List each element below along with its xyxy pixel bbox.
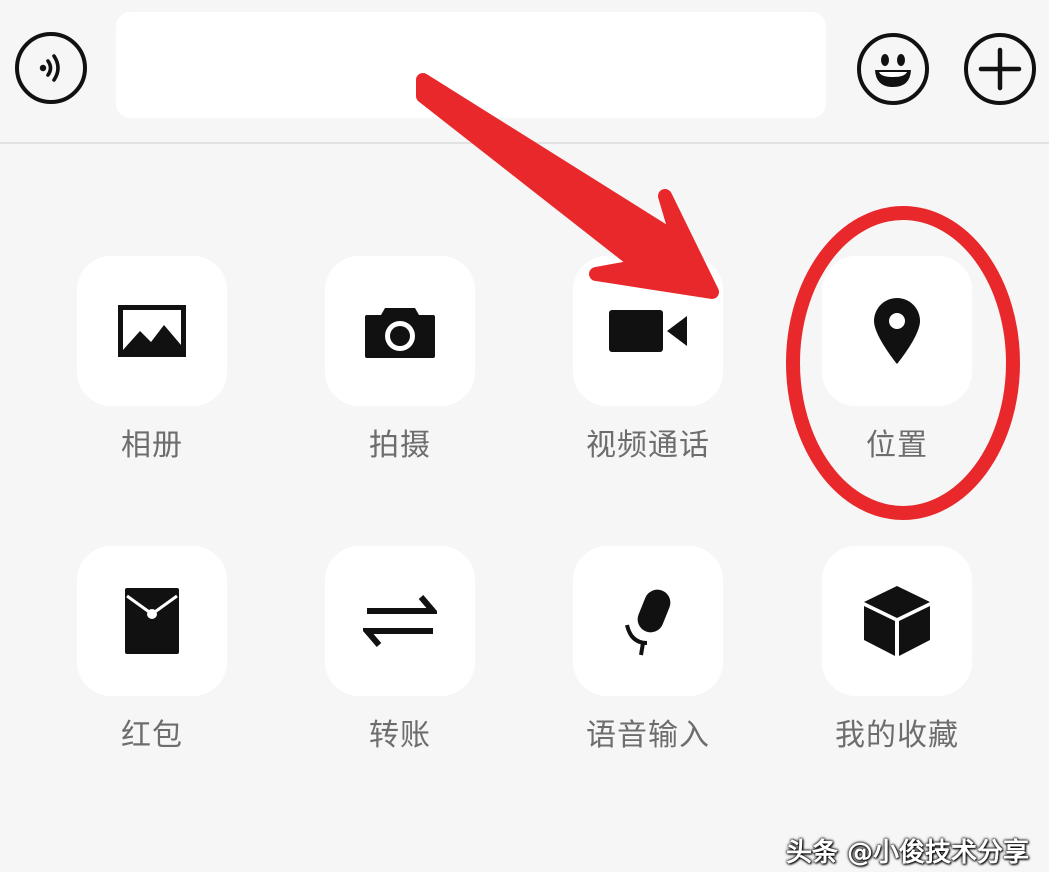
voice-toggle-button[interactable] — [15, 32, 87, 104]
emoji-icon — [875, 54, 911, 87]
location-pin-icon — [874, 298, 920, 364]
transfer-icon — [363, 595, 437, 647]
transfer-tile[interactable] — [325, 546, 475, 696]
message-input[interactable] — [116, 12, 826, 118]
emoji-button[interactable] — [857, 33, 929, 105]
favorites-cube-icon — [864, 586, 930, 656]
video-call-label: 视频通话 — [586, 428, 710, 463]
red-packet-icon — [125, 588, 179, 654]
favorites-tile[interactable] — [822, 546, 972, 696]
album-label: 相册 — [121, 428, 183, 463]
microphone-icon — [625, 589, 671, 656]
camera-tile[interactable] — [325, 256, 475, 406]
transfer-label: 转账 — [369, 718, 431, 753]
more-functions-button[interactable] — [964, 33, 1036, 105]
voice-input-tile[interactable] — [573, 546, 723, 696]
image-icon — [118, 305, 186, 357]
video-call-tile[interactable] — [573, 256, 723, 406]
plus-icon — [978, 47, 1022, 91]
video-call-icon — [609, 310, 687, 352]
favorites-label: 我的收藏 — [835, 718, 959, 753]
location-tile[interactable] — [822, 256, 972, 406]
voice-input-label: 语音输入 — [586, 718, 710, 753]
red-packet-label: 红包 — [121, 718, 183, 753]
camera-label: 拍摄 — [369, 428, 431, 463]
voice-icon — [39, 54, 60, 82]
album-tile[interactable] — [77, 256, 227, 406]
chat-input-bar — [0, 0, 1049, 144]
camera-icon — [365, 308, 435, 358]
watermark-text: 头条 @小俊技术分享 — [786, 838, 1030, 868]
red-packet-tile[interactable] — [77, 546, 227, 696]
location-label: 位置 — [866, 428, 928, 463]
